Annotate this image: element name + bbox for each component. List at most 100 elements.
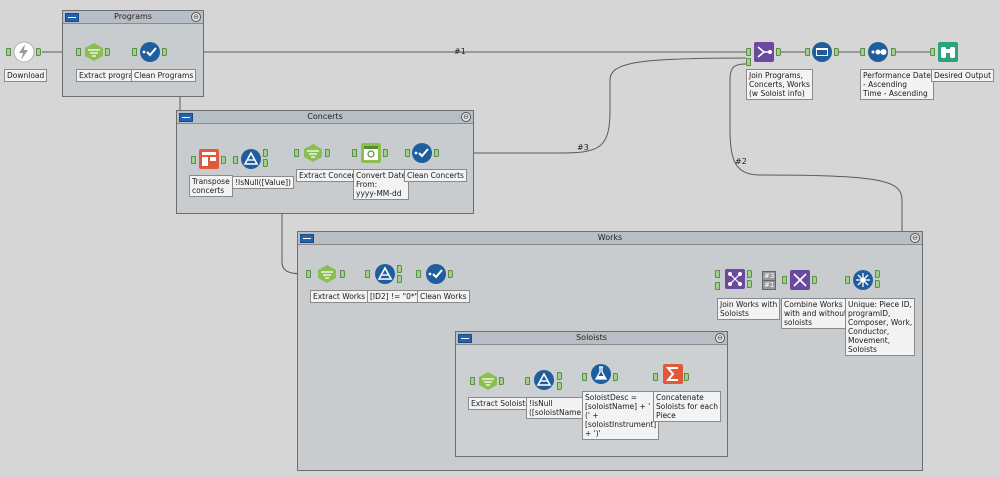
join-works-soloists-label: Join Works with Soloists xyxy=(717,298,781,320)
output-anchor[interactable] xyxy=(325,149,330,157)
join-output-anchor[interactable] xyxy=(747,280,752,288)
isnull-soloist-filter-tool[interactable] xyxy=(533,369,555,391)
output-anchor[interactable] xyxy=(105,48,110,56)
output-anchor[interactable] xyxy=(221,156,226,164)
output-anchor[interactable] xyxy=(340,270,345,278)
input-anchor[interactable] xyxy=(416,270,421,278)
extract-works-label: Extract Works xyxy=(310,290,369,303)
container-icon xyxy=(65,13,79,22)
browse-icon xyxy=(812,42,832,62)
input-anchor[interactable] xyxy=(782,276,787,284)
combine-works-tool[interactable] xyxy=(789,269,811,291)
input-anchor[interactable] xyxy=(365,270,370,278)
join-multiple-icon xyxy=(754,42,774,62)
convert-date-tool[interactable] xyxy=(360,142,382,164)
duplicates-output-anchor[interactable] xyxy=(875,280,880,288)
extract-works-tool[interactable] xyxy=(316,263,338,285)
join-programs-label: Join Programs, Concerts, Works (w Solois… xyxy=(746,69,813,100)
unique-output-anchor[interactable] xyxy=(875,270,880,278)
unique-icon xyxy=(853,270,873,290)
input-anchor[interactable] xyxy=(805,48,810,56)
output-anchor[interactable] xyxy=(499,377,504,385)
container-icon xyxy=(300,234,314,243)
collapse-icon[interactable]: ⊖ xyxy=(715,333,725,343)
output-anchor[interactable] xyxy=(383,149,388,157)
output-anchor[interactable] xyxy=(812,276,817,284)
concatenate-summarize-tool[interactable] xyxy=(662,363,684,385)
isnull-value-filter-tool[interactable] xyxy=(240,148,262,170)
true-anchor[interactable] xyxy=(397,265,402,273)
download-label: Download xyxy=(4,69,48,82)
extract-programs-tool[interactable] xyxy=(83,41,105,63)
collapse-icon[interactable]: ⊖ xyxy=(461,112,471,122)
input-anchor[interactable] xyxy=(233,156,238,164)
input-anchor[interactable] xyxy=(405,149,410,157)
input-anchor[interactable] xyxy=(132,48,137,56)
input-anchor[interactable] xyxy=(6,48,11,56)
join-left-anchor[interactable] xyxy=(715,270,720,278)
clean-works-tool[interactable] xyxy=(425,263,447,285)
browse-tool[interactable] xyxy=(811,41,833,63)
soloists-container-header[interactable]: Soloists ⊖ xyxy=(456,332,727,345)
extract-concerts-tool[interactable] xyxy=(302,142,324,164)
input-anchor[interactable] xyxy=(582,373,587,381)
input-anchor[interactable] xyxy=(845,276,850,284)
unique-tool[interactable] xyxy=(852,269,874,291)
input-anchor[interactable] xyxy=(76,48,81,56)
join-left-anchor[interactable] xyxy=(746,48,751,56)
filter-icon xyxy=(534,370,554,390)
sort-label: Performance Date - Ascending Time - Asce… xyxy=(860,69,934,100)
collapse-icon[interactable]: ⊖ xyxy=(191,12,201,22)
works-container-header[interactable]: Works ⊖ xyxy=(298,232,922,245)
output-anchor[interactable] xyxy=(613,373,618,381)
join-programs-tool[interactable] xyxy=(753,41,775,63)
join-right-anchor[interactable] xyxy=(715,282,720,290)
concerts-container-header[interactable]: Concerts ⊖ xyxy=(177,111,473,124)
convert-date-label: Convert Date From: yyyy-MM-dd xyxy=(353,169,409,200)
input-anchor[interactable] xyxy=(306,270,311,278)
programs-container-header[interactable]: Programs ⊖ xyxy=(63,11,203,24)
clean-concerts-tool[interactable] xyxy=(411,142,433,164)
soloist-desc-formula-tool[interactable] xyxy=(590,363,612,385)
unique-label: Unique: Piece ID, programID, Composer, W… xyxy=(845,298,916,356)
desired-output-tool[interactable] xyxy=(937,41,959,63)
join-right-anchor[interactable] xyxy=(746,58,751,66)
input-anchor[interactable] xyxy=(930,48,935,56)
input-anchor[interactable] xyxy=(525,377,530,385)
false-anchor[interactable] xyxy=(557,382,562,390)
filter-icon xyxy=(241,149,261,169)
download-tool[interactable] xyxy=(13,41,35,63)
xml-parse-icon xyxy=(304,144,322,162)
true-anchor[interactable] xyxy=(557,372,562,380)
collapse-icon[interactable]: ⊖ xyxy=(910,233,920,243)
output-anchor[interactable] xyxy=(36,48,41,56)
output-anchor[interactable] xyxy=(891,48,896,56)
output-anchor[interactable] xyxy=(834,48,839,56)
sort-tool[interactable] xyxy=(867,41,889,63)
output-anchor[interactable] xyxy=(162,48,167,56)
false-anchor[interactable] xyxy=(397,275,402,283)
output-anchor[interactable] xyxy=(684,373,689,381)
container-icon xyxy=(458,334,472,343)
filter-id2-tool[interactable] xyxy=(374,263,396,285)
clean-programs-tool[interactable] xyxy=(139,41,161,63)
join-works-soloists-tool[interactable] xyxy=(724,268,746,290)
input-anchor[interactable] xyxy=(470,377,475,385)
input-anchor[interactable] xyxy=(653,373,658,381)
output-anchor[interactable] xyxy=(434,149,439,157)
wire-label-2: #2 xyxy=(735,157,747,166)
union-icon xyxy=(790,270,810,290)
extract-soloists-tool[interactable] xyxy=(477,370,499,392)
output-anchor[interactable] xyxy=(448,270,453,278)
input-anchor[interactable] xyxy=(191,156,196,164)
join-left-output-anchor[interactable] xyxy=(747,270,752,278)
false-anchor[interactable] xyxy=(263,159,268,167)
combine-works-label: Combine Works with and without soloists xyxy=(781,298,850,329)
output-anchor[interactable] xyxy=(776,48,781,56)
transpose-concerts-tool[interactable] xyxy=(198,148,220,170)
true-anchor[interactable] xyxy=(263,149,268,157)
container-title: Works xyxy=(597,233,623,242)
input-anchor[interactable] xyxy=(294,149,299,157)
input-anchor[interactable] xyxy=(860,48,865,56)
input-anchor[interactable] xyxy=(352,149,357,157)
